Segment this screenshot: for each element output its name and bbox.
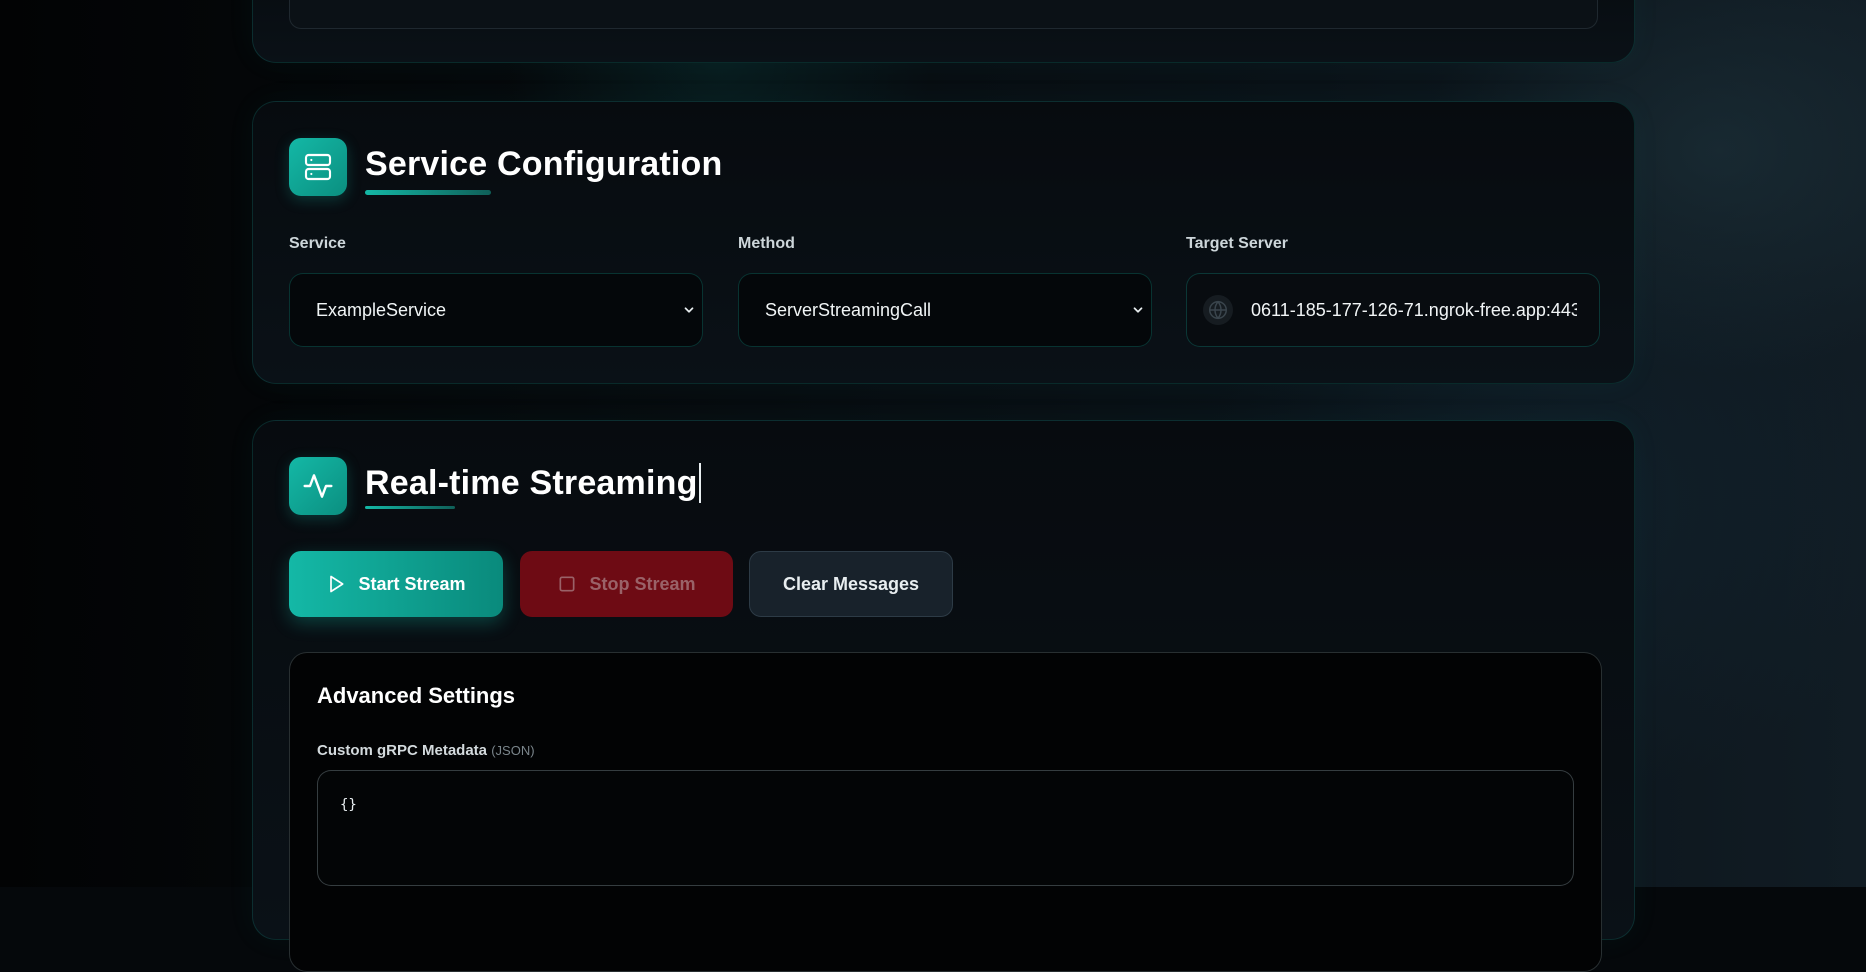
metadata-json-textarea[interactable]: {}: [317, 770, 1574, 886]
start-stream-button[interactable]: Start Stream: [289, 551, 503, 617]
play-icon: [326, 574, 346, 594]
streaming-title-text: Real-time Streaming: [365, 464, 698, 502]
previous-card-field[interactable]: [289, 0, 1598, 29]
chevron-down-icon: [682, 303, 696, 317]
start-stream-label: Start Stream: [358, 574, 465, 595]
activity-icon: [289, 457, 347, 515]
streaming-card: Real-time Streaming Start Stream Stop St…: [252, 420, 1635, 940]
previous-card: [252, 0, 1635, 63]
method-select[interactable]: ServerStreamingCall: [738, 273, 1152, 347]
globe-icon: [1203, 295, 1233, 325]
service-label: Service: [289, 235, 346, 253]
service-select-value: ExampleService: [316, 300, 446, 321]
stop-stream-button[interactable]: Stop Stream: [520, 551, 733, 617]
method-select-value: ServerStreamingCall: [765, 300, 931, 321]
service-select[interactable]: ExampleService: [289, 273, 703, 347]
title-underline: [365, 190, 491, 195]
target-server-label: Target Server: [1186, 235, 1288, 253]
streaming-title[interactable]: Real-time Streaming: [365, 463, 701, 503]
chevron-down-icon: [1131, 303, 1145, 317]
clear-messages-label: Clear Messages: [783, 574, 919, 595]
stop-square-icon: [557, 574, 577, 594]
service-configuration-card: Service Configuration Service Method Tar…: [252, 101, 1635, 384]
text-caret: [699, 463, 701, 503]
target-server-field[interactable]: 0611-185-177-126-71.ngrok-free.app:443: [1186, 273, 1600, 347]
target-server-input[interactable]: 0611-185-177-126-71.ngrok-free.app:443: [1251, 300, 1577, 321]
metadata-hint: (JSON): [491, 743, 534, 758]
advanced-settings-title: Advanced Settings: [317, 683, 515, 709]
metadata-label-text: Custom gRPC Metadata: [317, 742, 487, 759]
advanced-settings-panel: Advanced Settings Custom gRPC Metadata (…: [289, 652, 1602, 972]
page-title: Service Configuration: [365, 144, 722, 184]
server-icon: [289, 138, 347, 196]
streaming-header: Real-time Streaming: [289, 457, 701, 515]
clear-messages-button[interactable]: Clear Messages: [749, 551, 953, 617]
metadata-label: Custom gRPC Metadata (JSON): [317, 742, 535, 759]
stop-stream-label: Stop Stream: [589, 574, 695, 595]
method-label: Method: [738, 235, 795, 253]
title-underline: [365, 506, 455, 509]
service-configuration-header: Service Configuration: [289, 138, 722, 196]
